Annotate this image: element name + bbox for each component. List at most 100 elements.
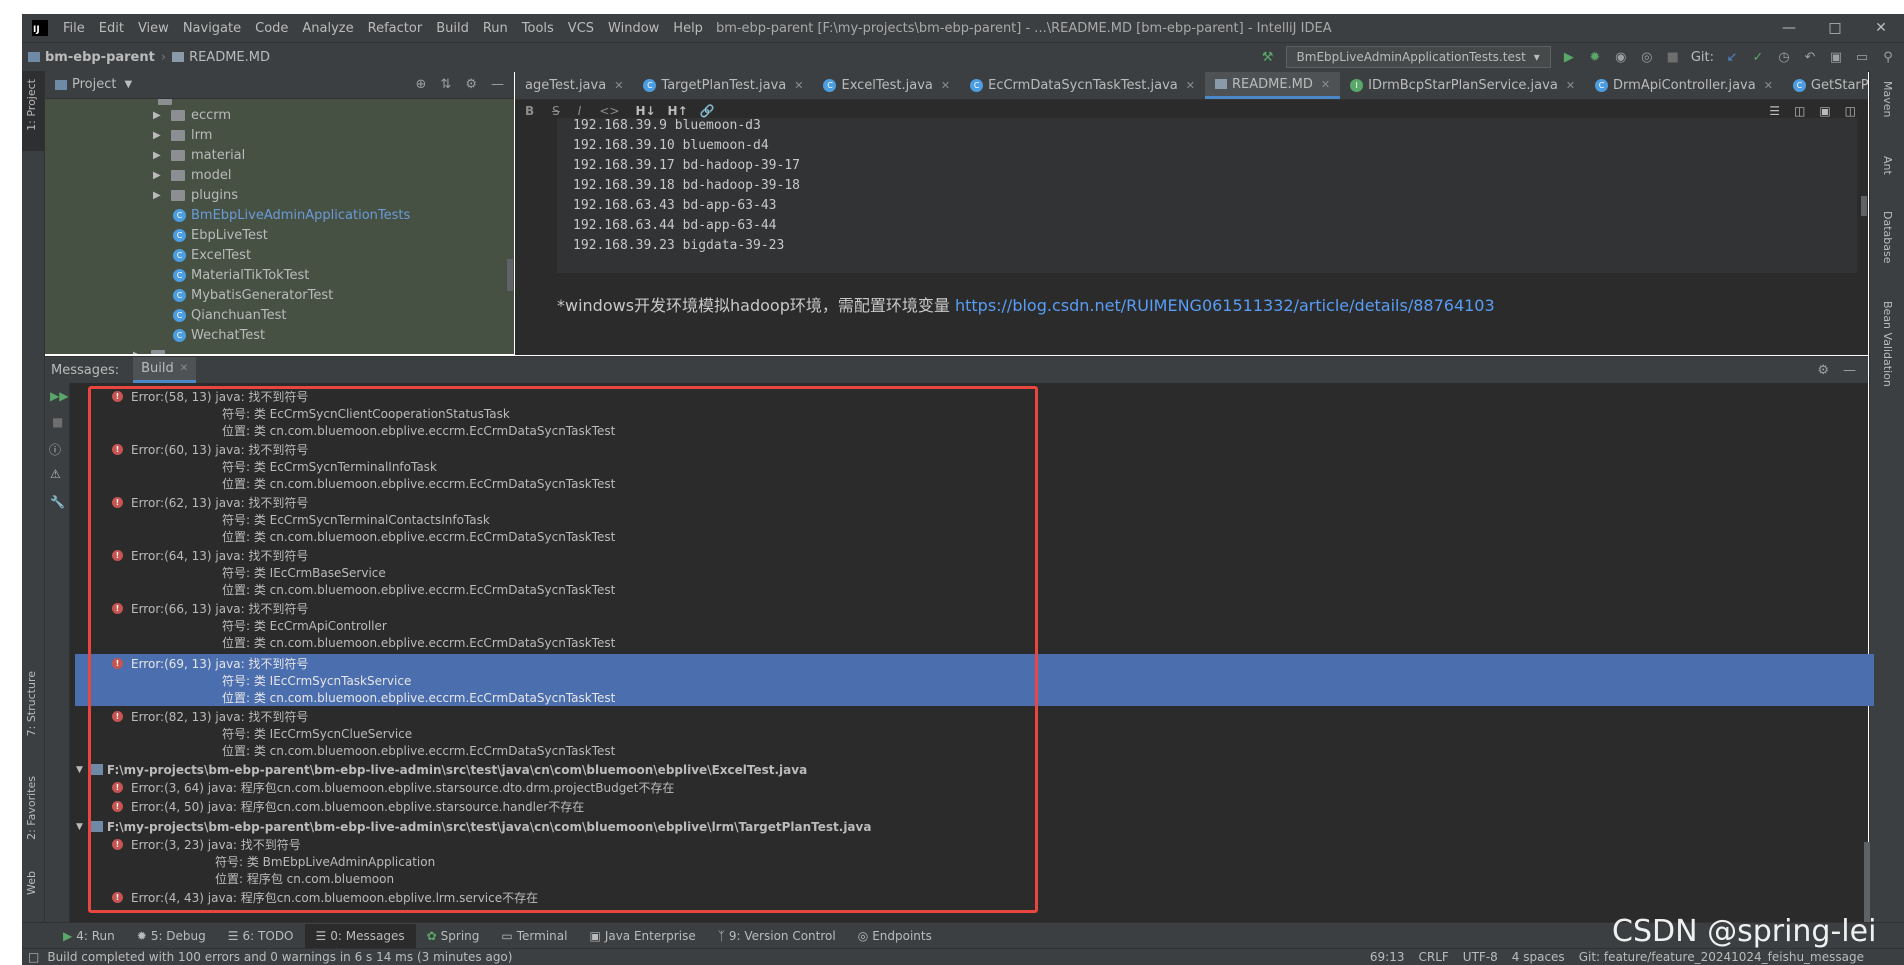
chevron-right-icon[interactable]: ▶ bbox=[153, 110, 163, 121]
tab-version-control[interactable]: ᛉ 9: Version Control bbox=[707, 929, 847, 943]
chevron-right-icon[interactable]: ▶ bbox=[153, 190, 163, 201]
editor-scrollbar[interactable] bbox=[1861, 196, 1867, 216]
editor-tab[interactable]: CGetStarPlanAuditorListVo.ja bbox=[1783, 72, 1868, 99]
menu-code[interactable]: Code bbox=[248, 21, 295, 36]
tab-endpoints[interactable]: ◎ Endpoints bbox=[847, 929, 943, 943]
menu-edit[interactable]: Edit bbox=[92, 21, 131, 36]
database-tool-button[interactable]: Database bbox=[1881, 211, 1894, 264]
structure-tool-button[interactable]: 7: Structure bbox=[25, 671, 38, 736]
debug-icon[interactable]: ✹ bbox=[1587, 49, 1603, 65]
wrench-icon[interactable]: 🔧 bbox=[50, 495, 65, 509]
close-tab-icon[interactable]: ✕ bbox=[1186, 79, 1195, 92]
web-tool-button[interactable]: Web bbox=[25, 871, 38, 895]
maven-tool-button[interactable]: Maven bbox=[1881, 81, 1894, 117]
tree-folder[interactable]: ▶ eccrm bbox=[153, 105, 231, 125]
strikethrough-icon[interactable]: S bbox=[552, 104, 560, 118]
coverage-icon[interactable]: ◉ bbox=[1613, 49, 1629, 65]
tree-class[interactable]: C ExcelTest bbox=[173, 245, 251, 265]
build-hammer-icon[interactable]: ⚒ bbox=[1260, 49, 1276, 65]
search-icon[interactable]: ⚲ bbox=[1880, 49, 1896, 65]
info-icon[interactable]: ⓘ bbox=[49, 441, 61, 458]
hide-panel-icon[interactable]: — bbox=[491, 77, 504, 92]
caret-position[interactable]: 69:13 bbox=[1370, 950, 1405, 964]
favorites-tool-button[interactable]: 2: Favorites bbox=[25, 776, 38, 840]
ant-tool-button[interactable]: Ant bbox=[1881, 156, 1894, 175]
tree-folder[interactable]: ▶ material bbox=[153, 145, 245, 165]
close-icon[interactable]: ✕ bbox=[1858, 20, 1904, 36]
layout-icon[interactable]: ◫ bbox=[1845, 104, 1856, 118]
breadcrumb-file[interactable]: README.MD bbox=[166, 50, 276, 65]
tree-folder[interactable]: ▶ plugins bbox=[153, 185, 238, 205]
tree-class[interactable]: C QianchuanTest bbox=[173, 305, 286, 325]
tab-todo[interactable]: ☰ 6: TODO bbox=[217, 929, 305, 943]
menu-help[interactable]: Help bbox=[666, 21, 710, 36]
tab-spring[interactable]: ✿ Spring bbox=[416, 929, 491, 943]
rerun-icon[interactable]: ▶▶ bbox=[50, 389, 68, 403]
close-tab-icon[interactable]: ✕ bbox=[1764, 79, 1773, 92]
editor-tab[interactable]: C DrmApiController.java ✕ bbox=[1585, 72, 1783, 99]
project-structure-icon[interactable]: ▣ bbox=[1828, 49, 1844, 65]
chevron-down-icon[interactable]: ▼ bbox=[76, 765, 83, 775]
status-message[interactable]: Build completed with 100 errors and 0 wa… bbox=[47, 950, 512, 964]
editor-tab[interactable]: C ExcelTest.java ✕ bbox=[813, 72, 960, 99]
menu-view[interactable]: View bbox=[131, 21, 176, 36]
editor-tab[interactable]: C TargetPlanTest.java ✕ bbox=[633, 72, 813, 99]
status-toggle-icon[interactable]: □ bbox=[28, 950, 39, 964]
indent-setting[interactable]: 4 spaces bbox=[1512, 950, 1565, 964]
menu-build[interactable]: Build bbox=[429, 21, 476, 36]
gear-icon[interactable]: ⚙ bbox=[465, 77, 477, 92]
chevron-right-icon[interactable]: ▶ bbox=[153, 130, 163, 141]
warning-icon[interactable]: ⚠ bbox=[50, 467, 61, 481]
menu-navigate[interactable]: Navigate bbox=[176, 21, 248, 36]
code-icon[interactable]: <> bbox=[599, 104, 619, 118]
chevron-down-icon[interactable]: ▼ bbox=[124, 79, 132, 90]
tab-run[interactable]: ▶ 4: Run bbox=[52, 929, 126, 943]
tab-messages[interactable]: ☰ 0: Messages bbox=[304, 923, 416, 949]
close-tab-icon[interactable]: ✕ bbox=[180, 363, 188, 374]
stop-icon[interactable]: ■ bbox=[1665, 49, 1681, 65]
git-branch[interactable]: Git: feature/feature_20241024_feishu_mes… bbox=[1579, 950, 1864, 964]
preview-only-icon[interactable]: ▣ bbox=[1819, 104, 1830, 118]
editor-tab[interactable]: C EcCrmDataSycnTaskTest.java ✕ bbox=[960, 72, 1205, 99]
collapse-all-icon[interactable]: ⇅ bbox=[440, 77, 451, 92]
menu-vcs[interactable]: VCS bbox=[561, 21, 601, 36]
editor-tab[interactable]: I IDrmBcpStarPlanService.java ✕ bbox=[1340, 72, 1585, 99]
bold-icon[interactable]: B bbox=[525, 104, 534, 118]
split-view-icon[interactable]: ◫ bbox=[1794, 104, 1805, 118]
hide-panel-icon[interactable]: — bbox=[1843, 363, 1856, 378]
chevron-right-icon[interactable]: ▶ bbox=[153, 170, 163, 181]
menu-run[interactable]: Run bbox=[476, 21, 515, 36]
italic-icon[interactable]: I bbox=[578, 104, 582, 118]
chevron-right-icon[interactable]: ▶ bbox=[153, 150, 163, 161]
close-tab-icon[interactable]: ✕ bbox=[614, 79, 623, 92]
menu-refactor[interactable]: Refactor bbox=[361, 21, 430, 36]
blog-link[interactable]: https://blog.csdn.net/RUIMENG061511332/a… bbox=[955, 296, 1495, 315]
project-tool-button[interactable]: 1: Project bbox=[25, 79, 38, 131]
line-separator[interactable]: CRLF bbox=[1418, 950, 1448, 964]
run-icon[interactable]: ▶ bbox=[1561, 49, 1577, 65]
tab-build[interactable]: Build ✕ bbox=[133, 357, 197, 383]
link-icon[interactable]: 🔗 bbox=[700, 104, 715, 118]
tab-debug[interactable]: ✹ 5: Debug bbox=[126, 929, 217, 943]
tab-java-enterprise[interactable]: ▣ Java Enterprise bbox=[578, 929, 706, 943]
project-view-select[interactable]: Project bbox=[72, 77, 116, 92]
tree-class[interactable]: C MybatisGeneratorTest bbox=[173, 285, 333, 305]
menu-analyze[interactable]: Analyze bbox=[295, 21, 360, 36]
close-tab-icon[interactable]: ✕ bbox=[794, 79, 803, 92]
tab-terminal[interactable]: ▭ Terminal bbox=[490, 929, 578, 943]
close-tab-icon[interactable]: ✕ bbox=[1321, 78, 1330, 91]
tree-class[interactable]: C EbpLiveTest bbox=[173, 225, 268, 245]
tree-folder[interactable]: ▶ model bbox=[153, 165, 231, 185]
file-encoding[interactable]: UTF-8 bbox=[1463, 950, 1498, 964]
bean-validation-tool-button[interactable]: Bean Validation bbox=[1881, 301, 1894, 387]
editor-tab[interactable]: ageTest.java ✕ bbox=[515, 72, 633, 99]
close-tab-icon[interactable]: ✕ bbox=[1566, 79, 1575, 92]
stop-icon[interactable]: ■ bbox=[52, 415, 63, 429]
locate-icon[interactable]: ⊕ bbox=[416, 77, 427, 92]
minimize-icon[interactable]: — bbox=[1766, 20, 1812, 36]
editor-only-icon[interactable]: ☰ bbox=[1769, 104, 1780, 118]
menu-file[interactable]: File bbox=[56, 21, 92, 36]
run-configuration-select[interactable]: BmEbpLiveAdminApplicationTests.test ▾ bbox=[1285, 46, 1551, 68]
tree-class[interactable]: C BmEbpLiveAdminApplicationTests bbox=[173, 205, 410, 225]
menu-tools[interactable]: Tools bbox=[515, 21, 561, 36]
